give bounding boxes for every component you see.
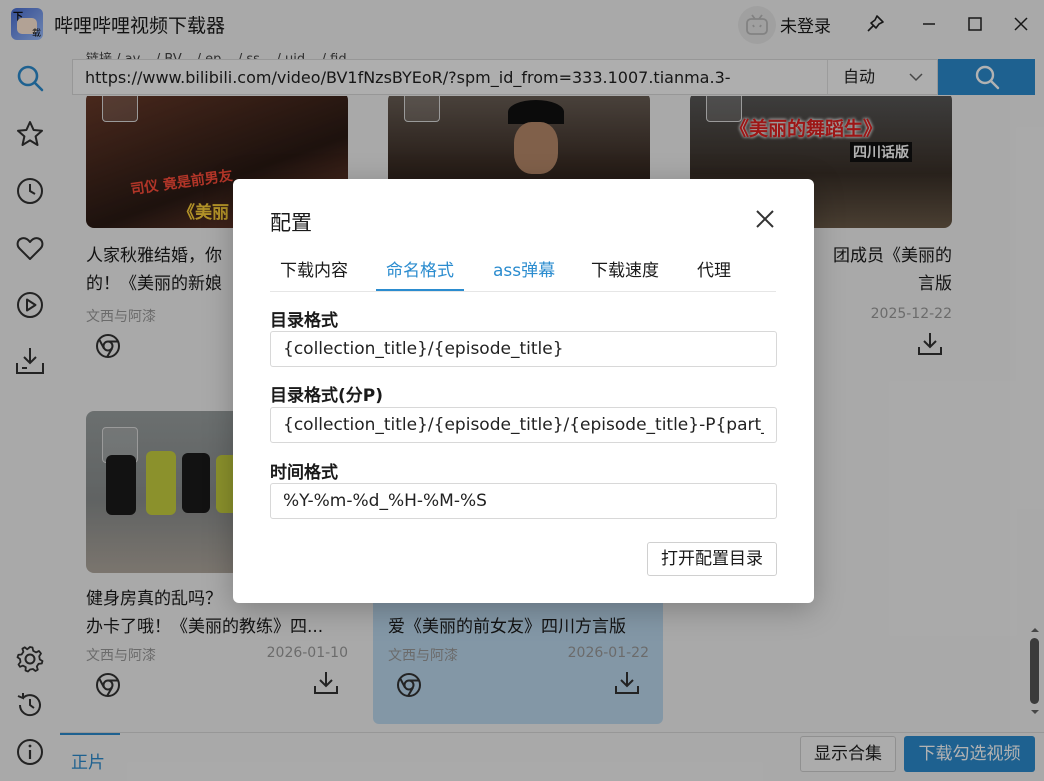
dialog-title: 配置	[270, 211, 312, 235]
dialog-close-button[interactable]	[753, 207, 777, 231]
tab-ass-danmaku[interactable]: ass弹幕	[493, 257, 555, 291]
dir-format-input[interactable]	[270, 331, 777, 367]
tab-download-speed[interactable]: 下载速度	[591, 257, 659, 291]
dir-format-part-input[interactable]	[270, 407, 777, 443]
time-format-label: 时间格式	[270, 463, 338, 483]
dir-format-label: 目录格式	[270, 311, 338, 331]
time-format-input[interactable]	[270, 483, 777, 519]
tab-proxy[interactable]: 代理	[697, 257, 731, 291]
close-icon	[756, 210, 774, 228]
dir-format-part-label: 目录格式(分P)	[270, 386, 383, 406]
tab-naming-format[interactable]: 命名格式	[376, 257, 464, 291]
config-dialog: 配置 下载内容 命名格式 ass弹幕 下载速度 代理 目录格式 目录格式(分P)…	[233, 179, 814, 603]
tab-download-content[interactable]: 下载内容	[280, 257, 348, 291]
open-config-dir-button[interactable]: 打开配置目录	[647, 542, 777, 576]
dialog-tabs: 下载内容 命名格式 ass弹幕 下载速度 代理	[270, 257, 776, 292]
